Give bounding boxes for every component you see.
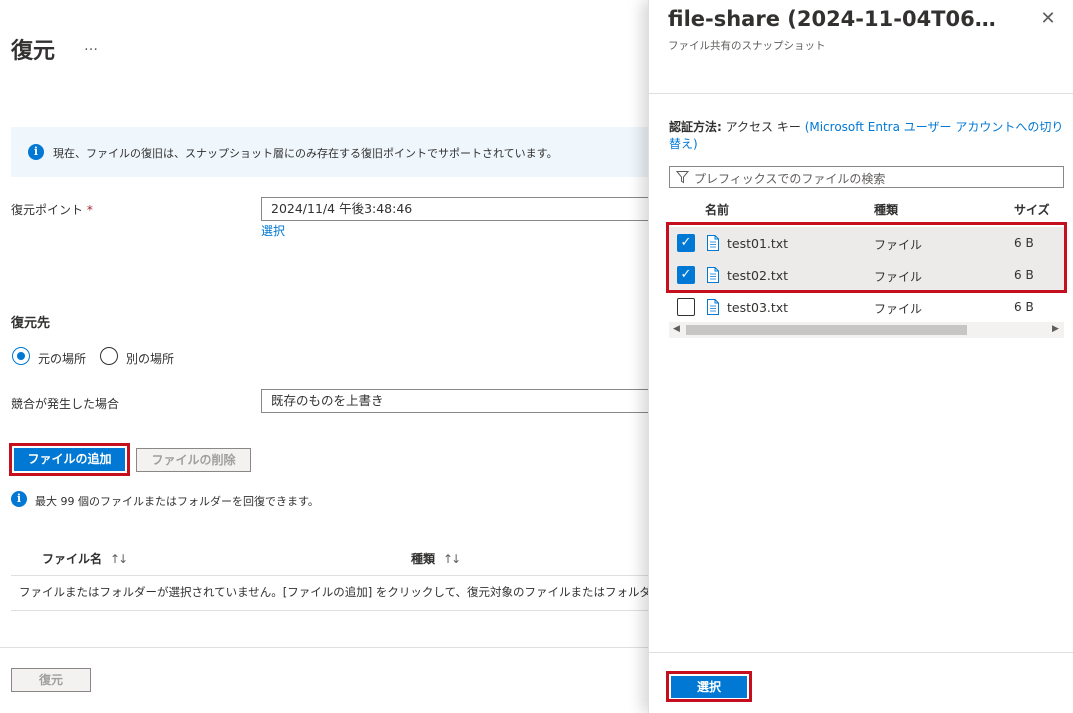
conflict-dropdown[interactable]: 既存のものを上書き: [261, 389, 648, 413]
table-bottom-divider: [11, 610, 648, 611]
required-mark: *: [86, 203, 93, 217]
auth-method: 認証方法: アクセス キー (Microsoft Entra ユーザー アカウン…: [669, 119, 1065, 153]
restore-point-label: 復元ポイント *: [11, 203, 93, 217]
file-type: ファイル: [874, 302, 923, 316]
file-search-input[interactable]: プレフィックスでのファイルの検索: [669, 166, 1064, 188]
conflict-label: 競合が発生した場合: [11, 397, 120, 411]
highlight-box-add-files: [9, 443, 130, 476]
column-header-size[interactable]: サイズ: [1014, 201, 1050, 218]
restore-button[interactable]: 復元: [11, 668, 91, 692]
column-header-type[interactable]: 種類 ↑↓: [411, 550, 461, 567]
column-header-type[interactable]: 種類: [874, 201, 898, 218]
info-banner: i 現在、ファイルの復旧は、スナップショット層にのみ存在する復旧ポイントでサポー…: [11, 127, 648, 177]
page-title: 復元: [11, 39, 56, 64]
panel-title: file-share (2024-11-04T06…: [668, 7, 996, 31]
file-row[interactable]: test03.txt ファイル 6 B: [669, 291, 1064, 323]
radio-alternate-location-label: 別の場所: [126, 352, 175, 366]
table-header-divider: [11, 575, 648, 576]
horizontal-scrollbar[interactable]: ◀ ▶: [669, 322, 1064, 338]
remove-files-button[interactable]: ファイルの削除: [136, 448, 251, 472]
snapshot-file-panel: file-share (2024-11-04T06… ファイル共有のスナップショ…: [648, 0, 1073, 713]
restore-point-field[interactable]: 2024/11/4 午後3:48:46: [261, 197, 648, 221]
scroll-left-icon[interactable]: ◀: [673, 324, 680, 334]
filter-icon: [676, 171, 689, 184]
auth-method-label: 認証方法:: [669, 120, 722, 134]
select-restore-point-link[interactable]: 選択: [261, 222, 285, 239]
max-files-hint-text: 最大 99 個のファイルまたはフォルダーを回復できます。: [35, 495, 319, 508]
scrollbar-thumb[interactable]: [686, 325, 967, 335]
highlight-box-selected-files: [666, 222, 1067, 293]
column-header-name[interactable]: 名前: [705, 201, 729, 218]
search-placeholder: プレフィックスでのファイルの検索: [694, 172, 886, 186]
panel-footer-divider: [649, 652, 1073, 653]
radio-original-location[interactable]: [12, 347, 30, 365]
more-options-button[interactable]: …: [84, 38, 99, 54]
restore-blade: 復元 … i 現在、ファイルの復旧は、スナップショット層にのみ存在する復旧ポイン…: [0, 0, 648, 713]
close-icon[interactable]: ✕: [1037, 8, 1059, 30]
info-banner-text: 現在、ファイルの復旧は、スナップショット層にのみ存在する復旧ポイントでサポートさ…: [53, 147, 558, 160]
info-icon: i: [11, 491, 27, 507]
empty-table-message: ファイルまたはフォルダーが選択されていません。[ファイルの追加] をクリックして…: [19, 585, 648, 599]
footer-divider: [0, 647, 648, 648]
panel-header-divider: [649, 93, 1073, 94]
destination-heading: 復元先: [11, 316, 51, 331]
sort-icon: ↑↓: [443, 552, 461, 566]
radio-alternate-location[interactable]: [100, 347, 118, 365]
file-size: 6 B: [1014, 300, 1034, 314]
sort-icon: ↑↓: [110, 552, 128, 566]
row-checkbox[interactable]: [677, 298, 695, 316]
info-icon: i: [28, 144, 44, 160]
scroll-right-icon[interactable]: ▶: [1052, 324, 1059, 334]
column-header-filename[interactable]: ファイル名 ↑↓: [42, 550, 128, 567]
panel-subtitle: ファイル共有のスナップショット: [668, 40, 826, 52]
file-icon: [707, 299, 719, 315]
highlight-box-select: [666, 671, 752, 702]
file-name: test03.txt: [727, 300, 789, 315]
auth-method-value: アクセス キー: [725, 120, 801, 134]
radio-original-location-label: 元の場所: [38, 352, 87, 366]
